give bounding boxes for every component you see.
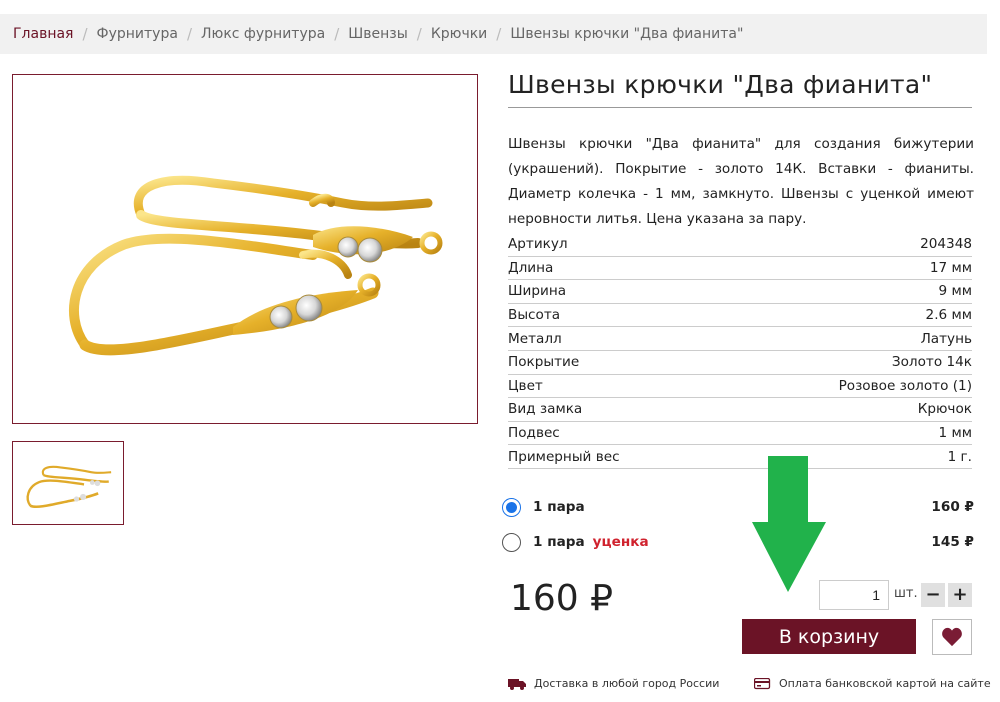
spec-row: Высота 2.6 мм: [508, 304, 972, 328]
heart-icon: [942, 627, 962, 647]
quantity-unit: шт.: [894, 586, 918, 601]
specs-table: Артикул 204348 Длина 17 мм Ширина 9 мм Высо…: [508, 233, 972, 469]
earring-thumbnail-image: [26, 465, 112, 509]
spec-row: Вид замка Крючок: [508, 398, 972, 422]
breadcrumb-furnitura[interactable]: Фурнитура: [97, 26, 178, 42]
increase-button[interactable]: +: [948, 583, 972, 607]
quantity-input[interactable]: [819, 580, 889, 610]
payment-info: Оплата банковской картой на сайте: [754, 677, 991, 690]
spec-value: 17 мм: [929, 259, 972, 276]
spec-value: 1 мм: [938, 425, 972, 442]
spec-label: Артикул: [508, 236, 568, 253]
earring-image: [68, 175, 443, 356]
spec-row: Длина 17 мм: [508, 257, 972, 281]
spec-label: Покрытие: [508, 354, 580, 371]
option-radio-selected[interactable]: [502, 497, 521, 517]
spec-row: Цвет Розовое золото (1): [508, 375, 972, 399]
spec-label: Металл: [508, 330, 562, 347]
breadcrumb-separator: /: [416, 25, 422, 43]
card-icon: [754, 677, 771, 689]
breadcrumb-kryuchki[interactable]: Крючки: [431, 26, 487, 42]
truck-icon: [508, 678, 526, 690]
option-1-pair-discount[interactable]: 1 пара уценка 145 ₽: [502, 530, 974, 554]
decrease-button[interactable]: −: [921, 583, 945, 607]
spec-row: Подвес 1 мм: [508, 422, 972, 446]
option-label: 1 пара: [533, 534, 585, 550]
spec-row: Металл Латунь: [508, 327, 972, 351]
product-thumbnail[interactable]: [12, 441, 124, 525]
breadcrumb: Главная / Фурнитура / Люкс фурнитура / Ш…: [0, 14, 987, 54]
option-price: 160 ₽: [931, 499, 974, 515]
spec-label: Примерный вес: [508, 448, 620, 465]
current-price: 160 ₽: [510, 578, 614, 619]
delivery-text: Доставка в любой город России: [534, 677, 720, 690]
spec-row: Покрытие Золото 14к: [508, 351, 972, 375]
breadcrumb-shvenzy[interactable]: Швензы: [348, 26, 408, 42]
breadcrumb-current: Швензы крючки "Два фианита": [510, 26, 744, 42]
product-title: Швензы крючки "Два фианита": [508, 70, 972, 108]
wishlist-button[interactable]: [932, 619, 972, 655]
spec-row: Артикул 204348: [508, 233, 972, 257]
option-1-pair[interactable]: 1 пара 160 ₽: [502, 495, 974, 519]
spec-label: Подвес: [508, 425, 560, 442]
spec-label: Цвет: [508, 377, 543, 394]
spec-value: Крючок: [917, 401, 972, 418]
breadcrumb-lux[interactable]: Люкс фурнитура: [201, 26, 325, 42]
green-arrow-overlay: [752, 456, 826, 592]
breadcrumb-separator: /: [82, 25, 88, 43]
option-radio[interactable]: [502, 532, 521, 552]
spec-row: Примерный вес 1 г.: [508, 445, 972, 469]
spec-value: Золото 14к: [891, 354, 972, 371]
breadcrumb-separator: /: [334, 25, 340, 43]
spec-value: Розовое золото (1): [838, 377, 972, 394]
spec-label: Высота: [508, 307, 561, 324]
spec-value: 9 мм: [938, 283, 972, 300]
spec-value: 204348: [920, 236, 972, 253]
option-label: 1 пара: [533, 499, 585, 515]
discount-badge: уценка: [592, 534, 649, 550]
breadcrumb-separator: /: [496, 25, 502, 43]
payment-text: Оплата банковской картой на сайте: [779, 677, 991, 690]
breadcrumb-separator: /: [186, 25, 192, 43]
spec-value: 1 г.: [947, 448, 972, 465]
spec-label: Ширина: [508, 283, 567, 300]
product-main-image[interactable]: [12, 74, 478, 424]
spec-value: Латунь: [920, 330, 972, 347]
delivery-info: Доставка в любой город России: [508, 677, 719, 690]
product-description: Швензы крючки "Два фианита" для создания…: [508, 136, 974, 227]
spec-value: 2.6 мм: [925, 307, 972, 324]
option-price: 145 ₽: [931, 534, 974, 550]
breadcrumb-home[interactable]: Главная: [13, 26, 73, 42]
spec-row: Ширина 9 мм: [508, 280, 972, 304]
add-to-cart-button[interactable]: В корзину: [742, 619, 916, 654]
quantity-stepper: − +: [921, 583, 972, 607]
spec-label: Вид замка: [508, 401, 583, 418]
spec-label: Длина: [508, 259, 554, 276]
